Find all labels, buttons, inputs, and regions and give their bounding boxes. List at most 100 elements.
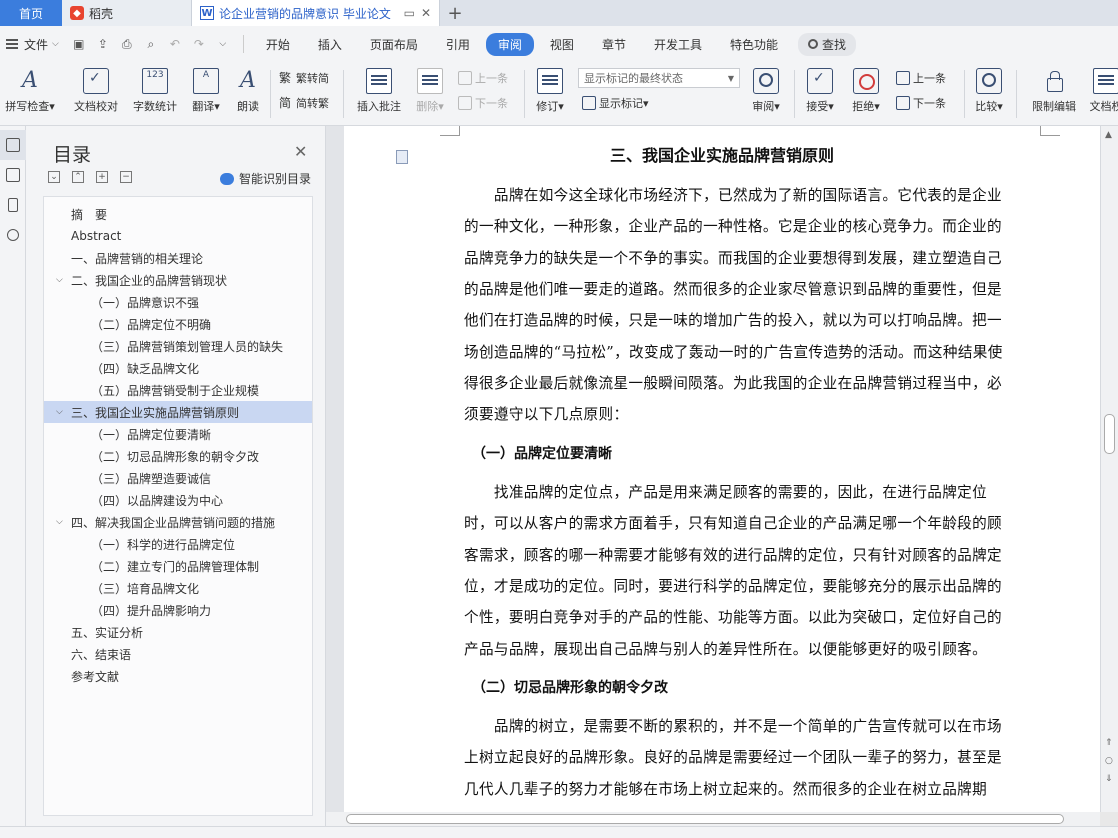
- show-marks-button[interactable]: 显示标记▾: [582, 95, 649, 111]
- insert-comment-button[interactable]: 插入批注: [352, 62, 406, 114]
- toc-item[interactable]: 六、结束语: [44, 643, 312, 665]
- search-button[interactable]: 查找: [797, 32, 856, 56]
- menu-insert[interactable]: 插入: [306, 33, 354, 56]
- select-browse-icon[interactable]: ○: [1105, 756, 1113, 766]
- tab-document[interactable]: W 论企业营销的品牌意识 毕业论文 ▭ ✕: [192, 0, 440, 26]
- smart-toc-button[interactable]: 智能识别目录: [220, 170, 311, 187]
- next-change-button[interactable]: 下一条: [896, 95, 946, 111]
- toc-item[interactable]: ⌵ 四、解决我国企业品牌营销问题的措施: [44, 511, 312, 533]
- toc-item-label: （五）品牌营销受制于企业规模: [91, 383, 260, 398]
- toc-nav-button[interactable]: [0, 130, 26, 160]
- menu-layout[interactable]: 页面布局: [358, 33, 430, 56]
- toc-item[interactable]: ⌵ 三、我国企业实施品牌营销原则: [44, 401, 312, 423]
- export-icon[interactable]: ⇪: [93, 34, 113, 54]
- close-icon[interactable]: ✕: [294, 142, 307, 161]
- toc-item[interactable]: Abstract: [44, 225, 312, 247]
- toc-item[interactable]: 一、品牌营销的相关理论: [44, 247, 312, 269]
- chevron-down-icon[interactable]: ⌵: [56, 275, 63, 285]
- doc-rights-button[interactable]: 文档权: [1086, 62, 1118, 114]
- trad-to-simp-button[interactable]: 繁 繁转简: [279, 70, 329, 86]
- next-comment-button[interactable]: 下一条: [458, 95, 508, 111]
- tab-daoke[interactable]: ◆ 稻壳: [62, 0, 192, 26]
- toc-item[interactable]: （三）培育品牌文化: [44, 577, 312, 599]
- bookmark-nav-button[interactable]: [0, 190, 26, 220]
- expand-up-icon[interactable]: ⌃: [72, 171, 84, 183]
- scroll-thumb[interactable]: [1104, 414, 1115, 454]
- prev-page-icon[interactable]: ⇑: [1105, 738, 1113, 748]
- restrict-edit-button[interactable]: 限制编辑: [1026, 62, 1082, 114]
- menu-home[interactable]: 开始: [254, 33, 302, 56]
- print-icon[interactable]: ⎙: [117, 34, 137, 54]
- toc-item[interactable]: （一）品牌定位要清晰: [44, 423, 312, 445]
- markup-status-select[interactable]: 显示标记的最终状态 ▼: [578, 68, 740, 88]
- accept-button[interactable]: 接受▾: [802, 62, 838, 114]
- chapter-nav-button[interactable]: [0, 160, 26, 190]
- toc-item[interactable]: （三）品牌营销策划管理人员的缺失: [44, 335, 312, 357]
- paragraph-line: 个性，要明白竞争对手的产品的性能、功能等方面。以此为突破口，定位好自己的: [464, 609, 1002, 627]
- next-page-icon[interactable]: ⇓: [1105, 774, 1113, 784]
- toc-item[interactable]: 摘 要: [44, 203, 312, 225]
- toc-item[interactable]: （四）以品牌建设为中心: [44, 489, 312, 511]
- menu-chapter[interactable]: 章节: [590, 33, 638, 56]
- chevron-down-icon[interactable]: ⌵: [56, 407, 63, 417]
- find-nav-button[interactable]: [0, 220, 26, 250]
- toc-item[interactable]: （二）品牌定位不明确: [44, 313, 312, 335]
- menu-review[interactable]: 审阅: [485, 32, 534, 56]
- print-preview-icon[interactable]: ⌕: [141, 34, 161, 54]
- delete-comment-icon: [417, 68, 443, 94]
- document-page[interactable]: 三、我国企业实施品牌营销原则 品牌在如今这全球化市场经济下，已然成为了新的国际语…: [344, 126, 1100, 812]
- add-heading-icon[interactable]: +: [96, 171, 108, 183]
- more-icon[interactable]: ⌵: [213, 34, 233, 54]
- toc-item-label: 一、品牌营销的相关理论: [71, 251, 204, 266]
- doc-check-button[interactable]: 文档校对: [70, 62, 122, 114]
- hscroll-thumb[interactable]: [346, 814, 1064, 824]
- toc-item[interactable]: （五）品牌营销受制于企业规模: [44, 379, 312, 401]
- ribbon-divider: [524, 70, 525, 118]
- delete-comment-button[interactable]: 删除▾: [412, 62, 448, 114]
- toc-item[interactable]: （一）品牌意识不强: [44, 291, 312, 313]
- menu-features[interactable]: 特色功能: [718, 33, 790, 56]
- track-changes-button[interactable]: 修订▾: [532, 62, 568, 114]
- vertical-scrollbar[interactable]: ▲ ⇑ ○ ⇓: [1100, 126, 1118, 812]
- read-aloud-button[interactable]: A 朗读: [232, 62, 264, 114]
- subheading: （一）品牌定位要清晰: [472, 446, 612, 462]
- toc-item[interactable]: （四）缺乏品牌文化: [44, 357, 312, 379]
- close-tab-icon[interactable]: ✕: [421, 6, 431, 20]
- toc-item-label: 五、实证分析: [71, 625, 144, 640]
- toc-item[interactable]: （二）切忌品牌形象的朝令夕改: [44, 445, 312, 467]
- menu-developer[interactable]: 开发工具: [642, 33, 714, 56]
- toc-item[interactable]: （一）科学的进行品牌定位: [44, 533, 312, 555]
- new-tab-button[interactable]: +: [440, 0, 470, 26]
- menu-references[interactable]: 引用: [434, 33, 482, 56]
- toc-item[interactable]: 参考文献: [44, 665, 312, 687]
- compare-button[interactable]: 比较▾: [972, 62, 1006, 114]
- screen-icon[interactable]: ▭: [404, 6, 415, 20]
- toc-item[interactable]: （三）品牌塑造要诚信: [44, 467, 312, 489]
- scroll-up-icon[interactable]: ▲: [1105, 130, 1112, 140]
- reject-button[interactable]: 拒绝▾: [848, 62, 884, 114]
- prev-comment-button[interactable]: 上一条: [458, 70, 508, 86]
- simp-to-trad-button[interactable]: 简 简转繁: [279, 95, 329, 111]
- undo-icon[interactable]: ↶: [165, 34, 185, 54]
- chevron-down-icon[interactable]: ⌵: [56, 517, 63, 527]
- review-pane-button[interactable]: 审阅▾: [748, 62, 784, 114]
- translate-button[interactable]: A 翻译▾: [186, 62, 226, 114]
- horizontal-scrollbar[interactable]: [326, 812, 1100, 826]
- redo-icon[interactable]: ↷: [189, 34, 209, 54]
- toc-item-label: （一）科学的进行品牌定位: [91, 537, 236, 552]
- file-menu[interactable]: 文件 ⌵: [6, 36, 59, 53]
- menu-view[interactable]: 视图: [538, 33, 586, 56]
- word-count-button[interactable]: 123 字数统计: [128, 62, 182, 114]
- toc-item[interactable]: 五、实证分析: [44, 621, 312, 643]
- document-area: 三、我国企业实施品牌营销原则 品牌在如今这全球化市场经济下，已然成为了新的国际语…: [326, 126, 1100, 812]
- save-icon[interactable]: ▣: [69, 34, 89, 54]
- remove-heading-icon[interactable]: −: [120, 171, 132, 183]
- spellcheck-button[interactable]: A 拼写检查▾: [2, 62, 58, 114]
- toc-item[interactable]: ⌵ 二、我国企业的品牌营销现状: [44, 269, 312, 291]
- prev-change-button[interactable]: 上一条: [896, 70, 946, 86]
- doc-check-label: 文档校对: [74, 100, 118, 113]
- toc-item[interactable]: （二）建立专门的品牌管理体制: [44, 555, 312, 577]
- tab-home[interactable]: 首页: [0, 0, 62, 26]
- collapse-all-icon[interactable]: ⌄: [48, 171, 60, 183]
- toc-item[interactable]: （四）提升品牌影响力: [44, 599, 312, 621]
